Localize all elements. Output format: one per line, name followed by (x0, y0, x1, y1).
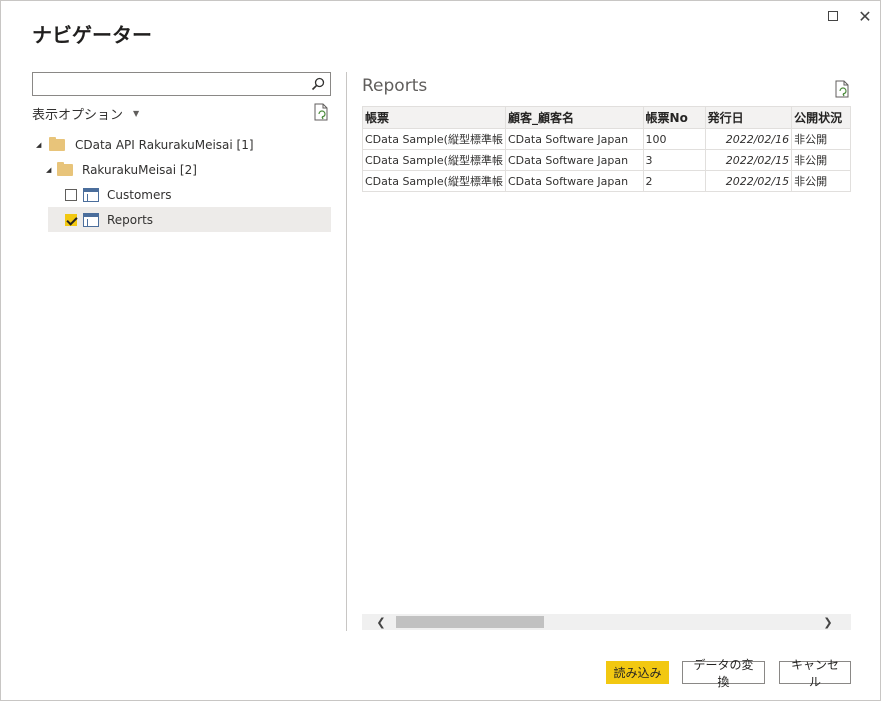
folder-icon (57, 161, 73, 176)
tree-item-reports[interactable]: Reports (48, 207, 331, 232)
close-button[interactable]: ✕ (854, 6, 876, 26)
preview-grid[interactable]: 帳票 顧客_顧客名 帳票No 発行日 公開状況 CData Sample(縦型標… (362, 106, 851, 192)
chevron-down-icon: ▼ (133, 109, 140, 118)
expand-icon[interactable]: ◢ (46, 166, 56, 174)
tree-item-label: Customers (107, 187, 172, 202)
table-cell: 100 (642, 128, 706, 150)
column-header[interactable]: 帳票 (362, 106, 506, 129)
table-cell: 3 (642, 149, 706, 171)
column-header[interactable]: 帳票No (642, 106, 706, 129)
tree-item-label: RakurakuMeisai [2] (82, 162, 197, 177)
cancel-button[interactable]: キャンセル (779, 658, 851, 689)
tree-item-label: CData API RakurakuMeisai [1] (75, 137, 254, 152)
table-cell: CData Sample(縦型標準帳 (362, 149, 506, 171)
preview-table: 帳票 顧客_顧客名 帳票No 発行日 公開状況 CData Sample(縦型標… (362, 106, 851, 192)
scrollbar-thumb[interactable] (396, 616, 544, 628)
column-header[interactable]: 公開状況 (791, 106, 851, 129)
table-icon (83, 187, 99, 202)
table-cell: 2 (642, 170, 706, 192)
dialog-title: ナビゲーター (32, 23, 152, 47)
display-options-label: 表示オプション (32, 108, 124, 123)
maximize-button[interactable] (822, 6, 844, 26)
preview-title: Reports (362, 76, 428, 96)
pane-splitter[interactable] (346, 72, 347, 631)
transform-data-button[interactable]: データの変換 (682, 658, 765, 689)
tree-item-label: Reports (107, 212, 154, 227)
table-row: CData Sample(縦型標準帳 CData Software Japan … (362, 170, 851, 192)
maximize-icon (828, 11, 838, 21)
table-cell: 非公開 (791, 128, 851, 150)
table-cell: CData Sample(縦型標準帳 (362, 128, 506, 150)
tree-item-customers[interactable]: Customers (65, 182, 172, 207)
table-icon (83, 212, 99, 227)
table-row: CData Sample(縦型標準帳 CData Software Japan … (362, 149, 851, 171)
search-icon[interactable] (310, 76, 326, 92)
table-cell: CData Software Japan (504, 149, 644, 171)
refresh-icon[interactable] (313, 103, 329, 121)
close-icon: ✕ (858, 6, 872, 26)
customers-checkbox[interactable] (65, 188, 77, 201)
tree-item-cdata-api[interactable]: ◢ CData API RakurakuMeisai [1] (36, 132, 254, 157)
refresh-icon[interactable] (834, 80, 850, 98)
table-cell: CData Software Japan (504, 128, 644, 150)
column-header[interactable]: 発行日 (704, 106, 793, 129)
reports-checkbox[interactable] (65, 213, 77, 226)
expand-icon[interactable]: ◢ (36, 141, 46, 149)
load-button[interactable]: 読み込み (606, 661, 669, 684)
table-row: CData Sample(縦型標準帳 CData Software Japan … (362, 128, 851, 150)
search-box[interactable] (32, 72, 331, 96)
search-input[interactable] (35, 74, 305, 94)
table-cell: CData Sample(縦型標準帳 (362, 170, 506, 192)
table-cell: CData Software Japan (504, 170, 644, 192)
scroll-right-icon[interactable]: ❯ (819, 614, 837, 630)
table-cell: 2022/02/16 (704, 128, 793, 150)
scroll-left-icon[interactable]: ❮ (372, 614, 390, 630)
header-row: 帳票 顧客_顧客名 帳票No 発行日 公開状況 (362, 106, 851, 129)
display-options-dropdown[interactable]: 表示オプション ▼ (32, 104, 139, 123)
folder-icon (49, 136, 65, 151)
table-cell: 非公開 (791, 170, 851, 192)
table-cell: 2022/02/15 (704, 149, 793, 171)
tree-item-rakurakumeisai[interactable]: ◢ RakurakuMeisai [2] (46, 157, 197, 182)
navigator-dialog: ✕ ナビゲーター 表示オプション ▼ ◢ CData API RakurakuM… (0, 0, 881, 701)
column-header[interactable]: 顧客_顧客名 (504, 106, 644, 129)
table-cell: 2022/02/15 (704, 170, 793, 192)
table-cell: 非公開 (791, 149, 851, 171)
horizontal-scrollbar[interactable]: ❮ ❯ (362, 614, 851, 630)
